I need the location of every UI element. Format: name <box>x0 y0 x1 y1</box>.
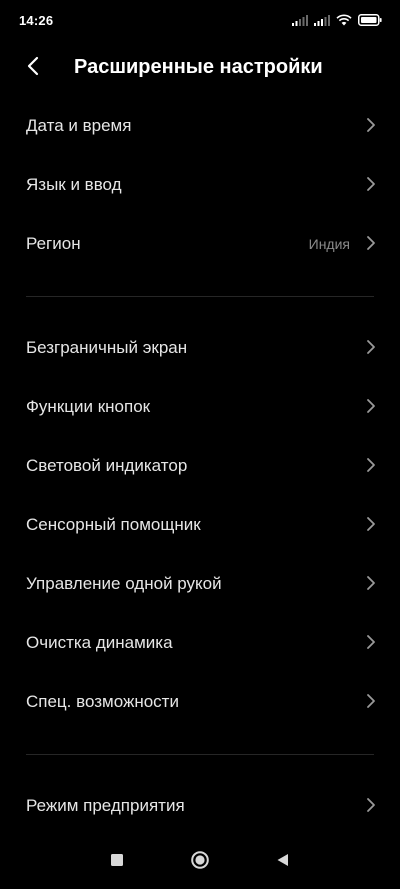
settings-item-label: Регион <box>26 234 81 253</box>
settings-item-one-handed-mode[interactable]: Управление одной рукой <box>0 555 400 614</box>
wifi-icon <box>336 14 352 26</box>
chevron-right-icon <box>366 575 376 591</box>
settings-item-label: Язык и ввод <box>26 175 122 194</box>
section-divider <box>0 732 400 777</box>
chevron-right-icon <box>366 516 376 532</box>
chevron-right-icon <box>366 117 376 133</box>
settings-item-label: Безграничный экран <box>26 338 188 357</box>
status-time: 14:26 <box>19 13 54 28</box>
settings-item-date-time[interactable]: Дата и время <box>0 97 400 156</box>
settings-item-enterprise-mode[interactable]: Режим предприятия <box>0 777 400 836</box>
chevron-right-icon <box>366 634 376 650</box>
divider-line <box>26 754 374 755</box>
triangle-left-icon <box>276 853 289 872</box>
back-button[interactable] <box>18 53 48 83</box>
chevron-right-icon <box>366 235 376 251</box>
recents-button[interactable] <box>102 847 132 877</box>
settings-item-value: Индия <box>308 236 350 252</box>
chevron-right-icon <box>366 797 376 813</box>
settings-item-notification-light[interactable]: Световой индикатор <box>0 437 400 496</box>
chevron-right-icon <box>366 176 376 192</box>
settings-item-region[interactable]: Регион Индия <box>0 215 400 274</box>
square-icon <box>111 853 123 871</box>
settings-item-label: Управление одной рукой <box>26 574 222 593</box>
status-bar: 14:26 <box>0 0 400 44</box>
status-icons <box>292 14 382 26</box>
home-button[interactable] <box>185 847 215 877</box>
system-back-button[interactable] <box>267 847 297 877</box>
settings-item-label: Очистка динамика <box>26 633 173 652</box>
settings-item-accessibility[interactable]: Спец. возможности <box>0 673 400 732</box>
settings-item-label: Режим предприятия <box>26 796 185 815</box>
settings-item-label: Спец. возможности <box>26 692 179 711</box>
divider-line <box>26 296 374 297</box>
chevron-right-icon <box>366 398 376 414</box>
settings-item-label: Дата и время <box>26 116 132 135</box>
settings-item-clean-speaker[interactable]: Очистка динамика <box>0 614 400 673</box>
header: Расширенные настройки <box>0 44 400 92</box>
chevron-left-icon <box>27 56 39 81</box>
navigation-bar <box>0 835 400 889</box>
page-title: Расширенные настройки <box>74 56 323 78</box>
settings-item-full-screen[interactable]: Безграничный экран <box>0 319 400 378</box>
chevron-right-icon <box>366 339 376 355</box>
settings-item-label: Сенсорный помощник <box>26 515 201 534</box>
signal-icon-secondary <box>314 14 330 26</box>
signal-icon <box>292 14 308 26</box>
settings-list: Дата и время Язык и ввод Регион Индия Бе… <box>0 97 400 836</box>
battery-icon <box>358 14 382 26</box>
settings-item-label: Функции кнопок <box>26 397 151 416</box>
settings-item-touch-assistant[interactable]: Сенсорный помощник <box>0 496 400 555</box>
section-divider <box>0 274 400 319</box>
circle-icon <box>191 850 209 874</box>
settings-item-button-functions[interactable]: Функции кнопок <box>0 378 400 437</box>
chevron-right-icon <box>366 693 376 709</box>
settings-item-label: Световой индикатор <box>26 456 188 475</box>
chevron-right-icon <box>366 457 376 473</box>
settings-item-language-input[interactable]: Язык и ввод <box>0 156 400 215</box>
